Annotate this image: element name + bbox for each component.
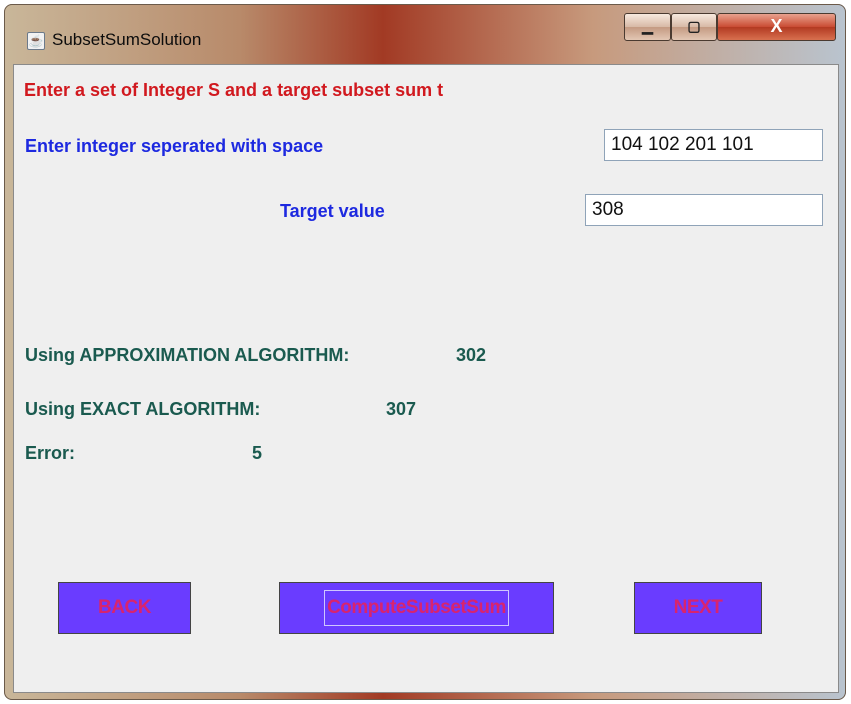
form-heading: Enter a set of Integer S and a target su… [24,80,444,100]
next-button[interactable]: NEXT [634,582,762,634]
window-title: SubsetSumSolution [52,30,202,49]
exact-label: Using EXACT ALGORITHM: [25,399,261,419]
approx-label: Using APPROXIMATION ALGORITHM: [25,345,350,365]
exact-value: 307 [386,399,417,419]
integers-input[interactable] [604,129,823,161]
java-cup-icon[interactable]: ☕ [27,32,45,50]
target-label: Target value [280,201,385,221]
compute-button-label: ComputeSubsetSum [324,590,509,626]
compute-subset-sum-button[interactable]: ComputeSubsetSum [279,582,554,634]
title-bar[interactable]: ☕ SubsetSumSolution ▁ ▢ X [4,4,846,64]
error-value: 5 [252,443,263,463]
approx-value: 302 [456,345,487,365]
close-button[interactable]: X [717,13,836,41]
target-input[interactable] [585,194,823,226]
error-label: Error: [25,443,76,463]
maximize-button[interactable]: ▢ [671,13,717,41]
integers-label: Enter integer seperated with space [25,136,324,156]
content-panel: Enter a set of Integer S and a target su… [13,64,839,693]
app-window: ☕ SubsetSumSolution ▁ ▢ X Enter a set of… [4,4,846,700]
minimize-button[interactable]: ▁ [624,13,671,41]
back-button[interactable]: BACK [58,582,191,634]
